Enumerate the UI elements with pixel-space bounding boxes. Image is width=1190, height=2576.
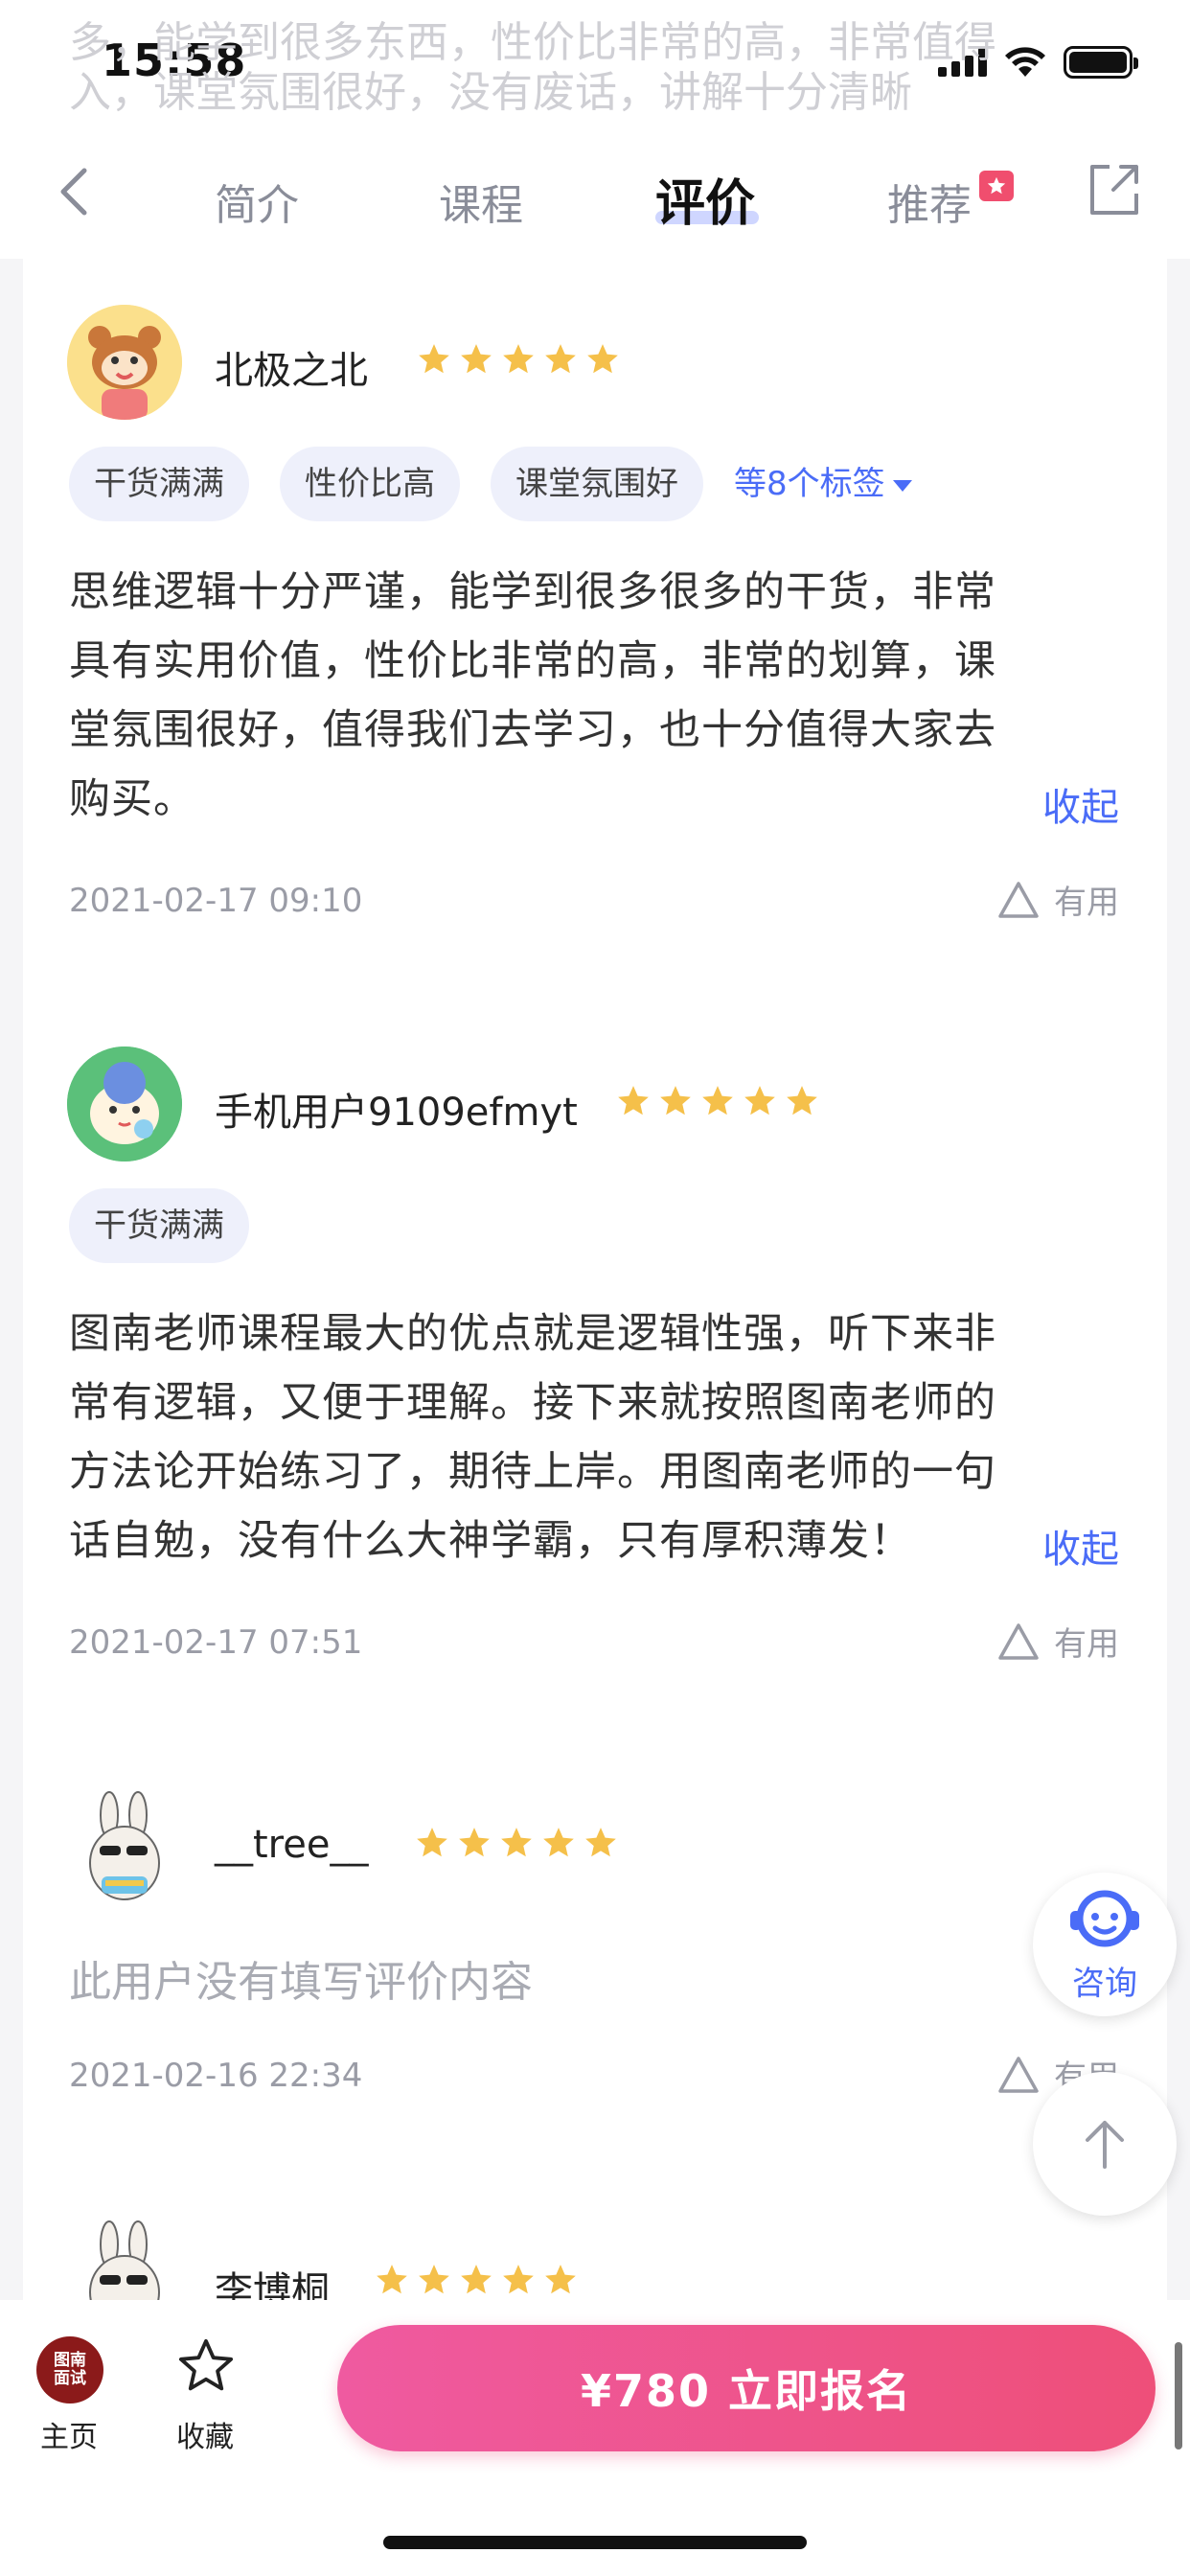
tab-recommend[interactable]: 推荐 (887, 171, 972, 232)
review-date: 2021-02-17 09:10 (69, 882, 363, 920)
enroll-button[interactable]: ¥780 立即报名 (337, 2325, 1156, 2451)
status-bar: 15:58 (0, 0, 1190, 125)
home-indicator (383, 2536, 807, 2549)
review-text-line: 图南老师课程最大的优点就是逻辑性强，听下来非 (69, 1310, 996, 1358)
collapse-link[interactable]: 收起 (1042, 776, 1119, 832)
review-tag: 课堂氛围好 (491, 447, 703, 521)
empty-review-text: 此用户没有填写评价内容 (69, 1958, 533, 2007)
star-icon (543, 1828, 574, 1857)
useful-button[interactable]: 有用 (996, 1618, 1119, 1665)
review-tag: 干货满满 (69, 1188, 249, 1263)
favorite-label[interactable]: 收藏 (176, 2413, 234, 2455)
home-logo-text: 图南 (54, 2351, 86, 2370)
scroll-top-button[interactable] (1033, 2072, 1177, 2216)
status-icons (938, 46, 1138, 79)
star-icon (585, 1828, 616, 1857)
review-text-line: 堂氛围很好，值得我们去学习，也十分值得大家去 (69, 706, 996, 754)
review-username: 手机用户9109efmyt (215, 1091, 578, 1135)
new-badge-icon (979, 171, 1014, 201)
thumb-up-icon (998, 881, 1039, 918)
status-time: 15:58 (102, 34, 247, 86)
star-icon (618, 1086, 649, 1116)
review-tag: 干货满满 (69, 447, 249, 521)
customer-service-icon (1070, 1890, 1139, 1946)
star-icon (377, 2265, 407, 2294)
review-text-line: 话自勉，没有什么大神学霸，只有厚积薄发！ (69, 1517, 912, 1565)
review-text: 图南老师课程最大的优点就是逻辑性强，听下来非 常有逻辑，又便于理解。接下来就按照… (69, 1300, 1123, 1576)
tab-course[interactable]: 课程 (439, 171, 523, 232)
review-text-line: 方法论开始练习了，期待上岸。用图南老师的一句 (69, 1448, 996, 1496)
home-logo-icon[interactable]: 图南 面试 (36, 2336, 103, 2404)
wifi-icon (1005, 47, 1045, 77)
reviews-list: 北极之北 干货满满 性价比高 课堂氛围好 等8个标签 思维逻辑十分严谨，能学到很… (23, 259, 1167, 2300)
star-icon (587, 344, 618, 374)
star-icon (417, 1828, 447, 1857)
rating-stars (374, 2262, 579, 2298)
star-icon (459, 1828, 490, 1857)
arrow-up-icon (1086, 2121, 1124, 2169)
rating-stars (615, 1083, 820, 1119)
star-icon (787, 1086, 817, 1116)
star-icon (503, 2265, 534, 2294)
useful-label: 有用 (1054, 884, 1119, 922)
star-icon (545, 344, 576, 374)
useful-button[interactable]: 有用 (996, 876, 1119, 923)
star-icon (660, 1086, 691, 1116)
star-icon (545, 2265, 576, 2294)
collapse-link[interactable]: 收起 (1042, 1518, 1119, 1574)
consult-button[interactable]: 咨询 (1033, 1873, 1177, 2016)
review-text-line: 常有逻辑，又便于理解。接下来就按照图南老师的 (69, 1379, 996, 1427)
star-icon (501, 1828, 532, 1857)
caret-down-icon (892, 479, 912, 492)
bottom-action-bar: 图南 面试 主页 收藏 ¥780 立即报名 (0, 2300, 1190, 2576)
back-arrow-icon[interactable] (48, 163, 105, 220)
tab-intro[interactable]: 简介 (215, 171, 299, 232)
thumb-up-icon (998, 2056, 1039, 2093)
review-username: __tree__ (215, 1823, 369, 1867)
review-text: 思维逻辑十分严谨，能学到很多很多的干货，非常 具有实用价值，性价比非常的高，非常… (69, 558, 1123, 834)
consult-label: 咨询 (1072, 1964, 1137, 2003)
star-icon (419, 344, 449, 374)
avatar[interactable] (67, 2218, 182, 2300)
useful-label: 有用 (1054, 1625, 1119, 1664)
home-label[interactable]: 主页 (40, 2413, 98, 2455)
tab-reviews[interactable]: 评价 (655, 163, 755, 235)
review-text-line: 具有实用价值，性价比非常的高，非常的划算，课 (69, 637, 996, 685)
star-icon (503, 344, 534, 374)
share-icon[interactable] (1085, 161, 1142, 218)
review-date: 2021-02-16 22:34 (69, 2057, 363, 2095)
review-text-line: 购买。 (69, 775, 195, 823)
review-username: 李博桐 (215, 2269, 330, 2300)
scrollbar[interactable] (1175, 2342, 1182, 2450)
star-icon (744, 1086, 775, 1116)
star-icon (461, 2265, 492, 2294)
more-tags-toggle[interactable]: 等8个标签 (734, 447, 912, 521)
avatar[interactable] (67, 1046, 182, 1162)
star-icon (461, 344, 492, 374)
review-tag: 性价比高 (280, 447, 460, 521)
star-icon (702, 1086, 733, 1116)
review-text-line: 思维逻辑十分严谨，能学到很多很多的干货，非常 (69, 568, 996, 616)
rating-stars (416, 341, 621, 378)
nav-bar: 简介 课程 评价 推荐 (0, 125, 1190, 259)
more-tags-label: 等8个标签 (734, 465, 885, 503)
star-icon (419, 2265, 449, 2294)
home-logo-text: 面试 (54, 2369, 86, 2388)
thumb-up-icon (998, 1622, 1039, 1660)
avatar[interactable] (67, 1788, 182, 1903)
rating-stars (414, 1825, 619, 1861)
review-username: 北极之北 (215, 349, 368, 393)
review-date: 2021-02-17 07:51 (69, 1623, 363, 1662)
star-outline-icon[interactable] (174, 2334, 238, 2398)
battery-icon (1064, 46, 1138, 79)
signal-icon (938, 48, 987, 77)
avatar[interactable] (67, 305, 182, 420)
